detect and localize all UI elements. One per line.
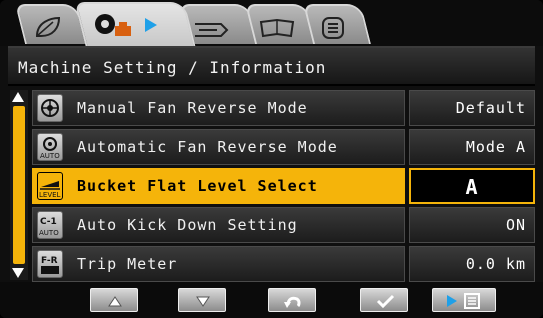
row-label-cell[interactable]: LEVEL Bucket Flat Level Select — [32, 168, 405, 204]
icon-text: F-R — [41, 256, 58, 266]
trip-meter-icon: F-R — [37, 250, 63, 278]
page-title: Machine Setting / Information — [18, 58, 327, 77]
row-value[interactable]: Default — [409, 90, 535, 126]
list-item-auto-kick-down[interactable]: C-1 AUTO Auto Kick Down Setting ON — [32, 207, 535, 243]
row-value[interactable]: A — [409, 168, 535, 204]
tab-bar — [0, 0, 543, 46]
up-button[interactable] — [90, 288, 138, 312]
row-value[interactable]: 0.0 km — [409, 246, 535, 282]
row-label: Manual Fan Reverse Mode — [77, 99, 308, 117]
machine-settings-icon — [94, 14, 157, 36]
check-icon — [376, 294, 395, 309]
icon-text: LEVEL — [39, 191, 61, 199]
list-item-bucket-flat-level[interactable]: LEVEL Bucket Flat Level Select A — [32, 168, 535, 204]
list-item-auto-fan-reverse[interactable]: AUTO Automatic Fan Reverse Mode Mode A — [32, 129, 535, 165]
scroll-up-arrow-icon[interactable] — [12, 92, 24, 102]
row-label-cell[interactable]: C-1 AUTO Auto Kick Down Setting — [32, 207, 405, 243]
down-button[interactable] — [178, 288, 226, 312]
row-label: Trip Meter — [77, 255, 178, 273]
row-label: Bucket Flat Level Select — [77, 177, 318, 195]
settings-list: Manual Fan Reverse Mode Default AUTO Aut… — [32, 90, 535, 285]
bottom-button-bar — [0, 282, 543, 318]
display-screen: Machine Setting / Information Manual Fan… — [0, 0, 543, 318]
back-button[interactable] — [268, 288, 316, 312]
scroll-down-arrow-icon[interactable] — [12, 268, 24, 278]
book-icon — [259, 18, 295, 38]
leaf-icon — [35, 16, 60, 37]
fan-icon — [37, 94, 63, 122]
row-value[interactable]: ON — [409, 207, 535, 243]
scrollbar[interactable] — [10, 90, 28, 280]
row-label-cell[interactable]: Manual Fan Reverse Mode — [32, 90, 405, 126]
back-icon — [284, 296, 301, 308]
down-arrow-icon — [196, 296, 210, 307]
row-value[interactable]: Mode A — [409, 129, 535, 165]
bucket-level-icon: LEVEL — [37, 172, 63, 200]
icon-text-top: C-1 — [40, 217, 57, 227]
row-label-cell[interactable]: F-R Trip Meter — [32, 246, 405, 282]
kick-down-icon: C-1 AUTO — [37, 211, 63, 239]
list-item-manual-fan-reverse[interactable]: Manual Fan Reverse Mode Default — [32, 90, 535, 126]
svg-text:AUTO: AUTO — [40, 152, 60, 160]
up-arrow-icon — [108, 296, 122, 307]
menu-list-icon — [321, 17, 344, 39]
ok-button[interactable] — [360, 288, 408, 312]
icon-text-bottom: AUTO — [39, 229, 59, 237]
menu-button[interactable] — [432, 288, 496, 312]
tab-machine-settings[interactable] — [74, 2, 196, 46]
row-label-cell[interactable]: AUTO Automatic Fan Reverse Mode — [32, 129, 405, 165]
road-icon — [194, 23, 229, 37]
scroll-thumb[interactable] — [13, 106, 25, 264]
row-label: Auto Kick Down Setting — [77, 216, 298, 234]
tab-menu[interactable] — [303, 4, 371, 44]
row-label: Automatic Fan Reverse Mode — [77, 138, 338, 156]
auto-fan-icon: AUTO — [37, 133, 63, 161]
menu-icon — [447, 293, 480, 309]
title-bar: Machine Setting / Information — [8, 46, 535, 86]
list-item-trip-meter[interactable]: F-R Trip Meter 0.0 km — [32, 246, 535, 282]
